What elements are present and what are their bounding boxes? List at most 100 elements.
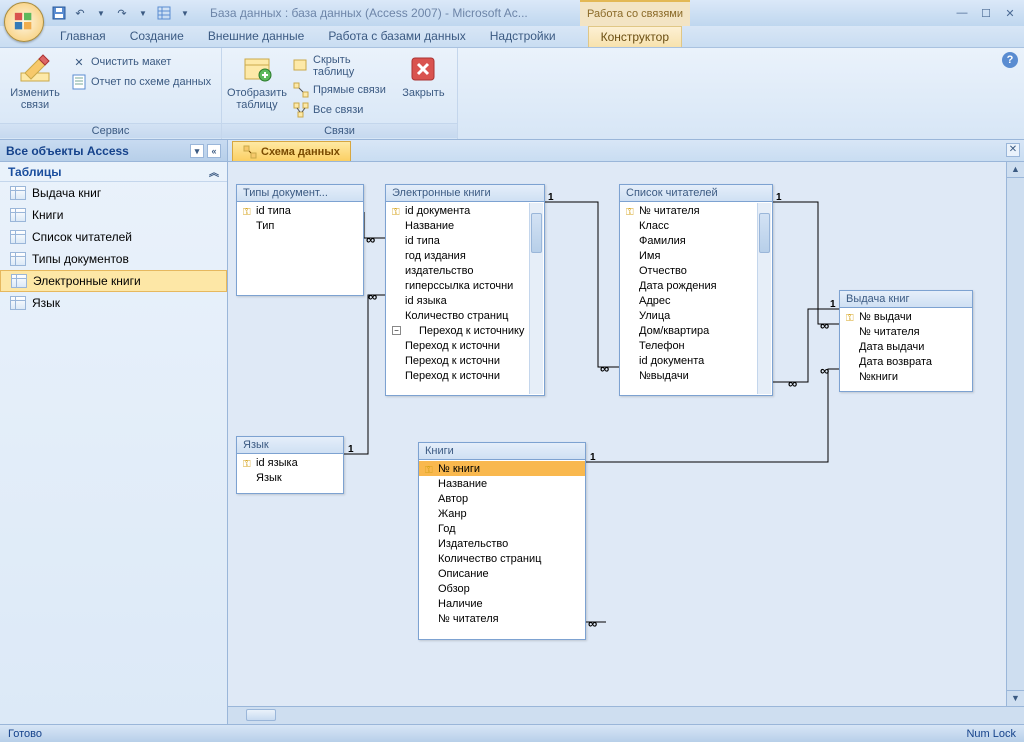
redo-icon[interactable]: ↷ bbox=[113, 4, 131, 22]
field-row[interactable]: Дом/квартира bbox=[620, 323, 772, 338]
nav-dropdown-icon[interactable]: ▾ bbox=[190, 144, 204, 158]
nav-item[interactable]: Книги bbox=[0, 204, 227, 226]
help-icon[interactable]: ? bbox=[1002, 52, 1018, 68]
field-row[interactable]: Переход к источни bbox=[386, 368, 544, 383]
tab-addins[interactable]: Надстройки bbox=[478, 26, 568, 47]
field-row[interactable]: гиперссылка источни bbox=[386, 278, 544, 293]
field-row[interactable]: Описание bbox=[419, 566, 585, 581]
field-row[interactable]: № читателя bbox=[620, 203, 772, 218]
field-row[interactable]: Количество страниц bbox=[419, 551, 585, 566]
field-row[interactable]: Имя bbox=[620, 248, 772, 263]
field-row[interactable]: Улица bbox=[620, 308, 772, 323]
field-row[interactable]: Жанр bbox=[419, 506, 585, 521]
tab-database[interactable]: Работа с базами данных bbox=[316, 26, 477, 47]
field-row[interactable]: Отчество bbox=[620, 263, 772, 278]
table-scrollbar[interactable] bbox=[757, 203, 771, 394]
maximize-icon[interactable]: ☐ bbox=[978, 7, 994, 20]
field-row[interactable]: Класс bbox=[620, 218, 772, 233]
field-row[interactable]: Язык bbox=[237, 470, 343, 485]
table-box-header[interactable]: Выдача книг bbox=[840, 291, 972, 308]
nav-item[interactable]: Выдача книг bbox=[0, 182, 227, 204]
field-row[interactable]: id типа bbox=[386, 233, 544, 248]
nav-group-tables[interactable]: Таблицы ︽ bbox=[0, 162, 227, 182]
hide-table-button[interactable]: Скрыть таблицу bbox=[290, 53, 392, 79]
field-row[interactable]: год издания bbox=[386, 248, 544, 263]
all-relationships-button[interactable]: Все связи bbox=[290, 101, 392, 119]
table-scrollbar[interactable] bbox=[529, 203, 543, 394]
field-row[interactable]: №книги bbox=[840, 369, 972, 384]
minimize-icon[interactable]: — bbox=[954, 7, 970, 20]
field-row[interactable]: Дата выдачи bbox=[840, 339, 972, 354]
nav-item[interactable]: Список читателей bbox=[0, 226, 227, 248]
table-box-header[interactable]: Список читателей bbox=[620, 185, 772, 202]
field-row[interactable]: Переход к источни bbox=[386, 353, 544, 368]
field-row[interactable]: id языка bbox=[237, 455, 343, 470]
field-row[interactable]: № читателя bbox=[840, 324, 972, 339]
field-row[interactable]: № читателя bbox=[419, 611, 585, 626]
vertical-scrollbar[interactable]: ▲ ▼ bbox=[1006, 162, 1024, 706]
field-row[interactable]: Фамилия bbox=[620, 233, 772, 248]
qat-customize-icon[interactable]: ▼ bbox=[176, 4, 194, 22]
clear-layout-button[interactable]: ✕ Очистить макет bbox=[68, 53, 214, 71]
nav-item[interactable]: Типы документов bbox=[0, 248, 227, 270]
nav-collapse-icon[interactable]: « bbox=[207, 144, 221, 158]
field-row[interactable]: Обзор bbox=[419, 581, 585, 596]
close-button[interactable]: Закрыть bbox=[396, 50, 451, 102]
nav-pane-header[interactable]: Все объекты Access ▾« bbox=[0, 140, 227, 162]
field-row[interactable]: id языка bbox=[386, 293, 544, 308]
table-box-header[interactable]: Книги bbox=[419, 443, 585, 460]
undo-icon[interactable]: ↶ bbox=[71, 4, 89, 22]
office-button[interactable] bbox=[4, 2, 44, 42]
field-row[interactable]: № книги bbox=[419, 461, 585, 476]
field-row[interactable]: Наличие bbox=[419, 596, 585, 611]
table-box-books[interactable]: Книги№ книгиНазваниеАвторЖанрГодИздатель… bbox=[418, 442, 586, 640]
direct-relationships-button[interactable]: Прямые связи bbox=[290, 81, 392, 99]
relationship-canvas[interactable]: 1 ∞ 1 ∞ 1 ∞ 1 ∞ 1 ∞ bbox=[228, 162, 1024, 706]
field-row[interactable]: № выдачи bbox=[840, 309, 972, 324]
field-row[interactable]: Издательство bbox=[419, 536, 585, 551]
table-box-lang[interactable]: Языкid языкаЯзык bbox=[236, 436, 344, 494]
nav-item[interactable]: Электронные книги bbox=[0, 270, 227, 292]
field-row[interactable]: издательство bbox=[386, 263, 544, 278]
show-table-button[interactable]: Отобразить таблицу bbox=[228, 50, 286, 114]
scroll-thumb[interactable] bbox=[531, 213, 542, 253]
expand-icon[interactable]: − bbox=[392, 326, 401, 335]
scroll-up-icon[interactable]: ▲ bbox=[1007, 162, 1024, 178]
tab-create[interactable]: Создание bbox=[118, 26, 196, 47]
field-row[interactable]: −Переход к источнику bbox=[386, 323, 544, 338]
field-row[interactable]: Количество страниц bbox=[386, 308, 544, 323]
nav-item[interactable]: Язык bbox=[0, 292, 227, 314]
field-row[interactable]: Автор bbox=[419, 491, 585, 506]
field-row[interactable]: Название bbox=[419, 476, 585, 491]
field-row[interactable]: id документа bbox=[620, 353, 772, 368]
field-row[interactable]: №выдачи bbox=[620, 368, 772, 383]
doc-tab-relationships[interactable]: Схема данных bbox=[232, 141, 351, 161]
field-row[interactable]: Тип bbox=[237, 218, 363, 233]
dropdown-icon[interactable]: ▼ bbox=[134, 4, 152, 22]
table-box-issuance[interactable]: Выдача книг№ выдачи№ читателяДата выдачи… bbox=[839, 290, 973, 392]
table-box-readers[interactable]: Список читателей№ читателяКлассФамилияИм… bbox=[619, 184, 773, 396]
field-row[interactable]: Название bbox=[386, 218, 544, 233]
table-box-ebooks[interactable]: Электронные книгиid документаНазваниеid … bbox=[385, 184, 545, 396]
grid-icon[interactable] bbox=[155, 4, 173, 22]
doc-close-icon[interactable]: ✕ bbox=[1006, 143, 1020, 157]
table-box-header[interactable]: Электронные книги bbox=[386, 185, 544, 202]
field-row[interactable]: id типа bbox=[237, 203, 363, 218]
field-row[interactable]: id документа bbox=[386, 203, 544, 218]
table-box-header[interactable]: Язык bbox=[237, 437, 343, 454]
scroll-down-icon[interactable]: ▼ bbox=[1007, 690, 1024, 706]
field-row[interactable]: Дата возврата bbox=[840, 354, 972, 369]
tab-home[interactable]: Главная bbox=[48, 26, 118, 47]
scroll-thumb[interactable] bbox=[246, 709, 276, 721]
tab-external[interactable]: Внешние данные bbox=[196, 26, 317, 47]
edit-relationships-button[interactable]: Изменить связи bbox=[6, 50, 64, 114]
close-icon[interactable]: ✕ bbox=[1002, 7, 1018, 20]
table-box-types[interactable]: Типы документ...id типаТип bbox=[236, 184, 364, 296]
field-row[interactable]: Дата рождения bbox=[620, 278, 772, 293]
relationship-report-button[interactable]: Отчет по схеме данных bbox=[68, 73, 214, 91]
save-icon[interactable] bbox=[50, 4, 68, 22]
horizontal-scrollbar[interactable] bbox=[228, 706, 1024, 724]
dropdown-icon[interactable]: ▼ bbox=[92, 4, 110, 22]
field-row[interactable]: Год bbox=[419, 521, 585, 536]
scroll-thumb[interactable] bbox=[759, 213, 770, 253]
